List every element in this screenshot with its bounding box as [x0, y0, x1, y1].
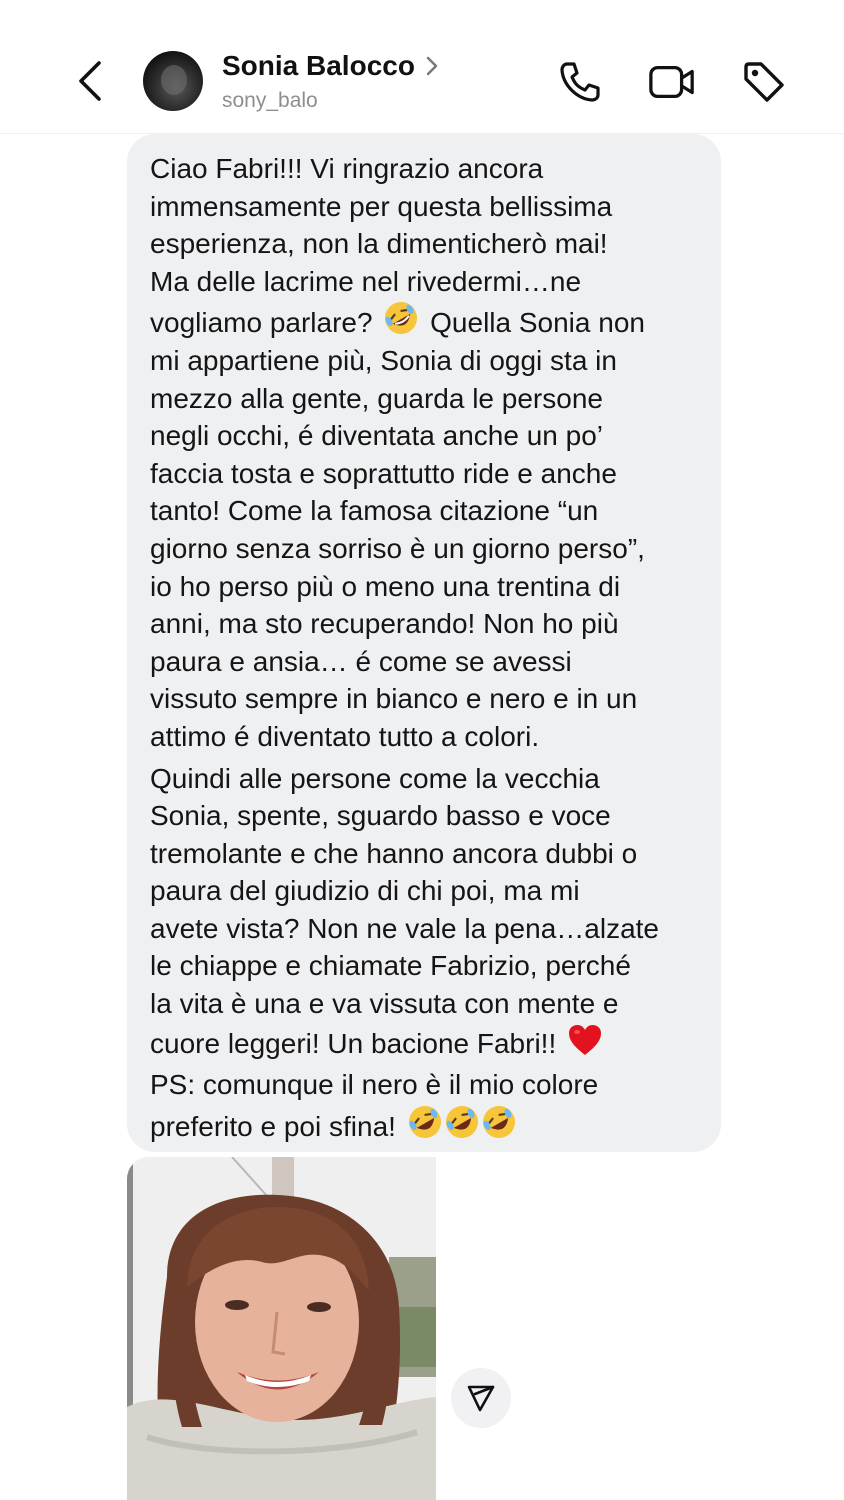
audio-call-button[interactable]	[556, 58, 604, 106]
avatar[interactable]	[143, 51, 203, 111]
message-line: Sonia, spente, sguardo basso e voce	[150, 800, 611, 832]
message-line: mezzo alla gente, guarda le persone	[150, 382, 603, 414]
red-heart-emoji-icon	[569, 1024, 601, 1055]
message-line: tremolante e che hanno ancora dubbi o	[150, 837, 638, 869]
message-line: esperienza, non la dimenticherò mai!	[150, 228, 608, 260]
message-line: paura e ansia… é come se avessi	[150, 645, 572, 677]
message-line: attimo é diventato tutto a colori.	[150, 720, 540, 752]
back-button[interactable]	[66, 55, 114, 107]
message-line: Ciao Fabri!!! Vi ringrazio ancora	[150, 153, 544, 184]
message-line: immensamente per questa bellissima	[150, 190, 613, 222]
rolling-on-floor-laughing-emoji-icon	[408, 1105, 441, 1138]
chevron-right-icon	[426, 56, 438, 76]
contact-name-link[interactable]: Sonia Balocco	[222, 50, 439, 82]
video-camera-icon	[649, 65, 694, 99]
rolling-on-floor-laughing-emoji-icon	[385, 302, 418, 335]
message-line: vogliamo parlare? Quella Sonia non	[150, 300, 701, 342]
message-line: faccia tosta e soprattutto ride e anche	[150, 457, 617, 489]
message-line: avete vista? Non ne vale la pena…alzate	[150, 912, 659, 944]
message-line: Ma delle lacrime nel rivedermi…ne	[150, 265, 582, 297]
message-line: paura del giudizio di chi poi, ma mi	[150, 875, 580, 907]
message-line: le chiappe e chiamate Fabrizio, perché	[150, 950, 631, 982]
message-text: vogliamo parlare?	[150, 307, 373, 339]
conversation-header: Sonia Balocco sony_balo	[0, 0, 844, 134]
selfie-photo	[127, 1157, 436, 1500]
message-line: vissuto sempre in bianco e nero e in un	[150, 683, 638, 715]
share-button[interactable]	[451, 1368, 511, 1428]
message-line: anni, ma sto recuperando! Non ho più	[150, 608, 619, 640]
dm-thread: Sonia Balocco sony_balo Ciao Fabri!!! Vi…	[0, 0, 844, 1500]
video-call-button[interactable]	[648, 58, 696, 106]
message-line: tanto! Come la famosa citazione “un	[150, 495, 599, 527]
message-line: preferito e poi sfina!	[150, 1104, 701, 1146]
message-text: Quella Sonia non	[430, 307, 645, 339]
message-line: io ho perso più o meno una trentina di	[150, 570, 621, 602]
tag-icon	[744, 62, 784, 102]
tag-button[interactable]	[740, 58, 788, 106]
message-line: PS: comunque il nero è il mio colore	[150, 1069, 599, 1101]
message-line: la vita è una e va vissuta con mente e	[150, 988, 619, 1020]
rolling-on-floor-laughing-emoji-icon	[482, 1105, 515, 1138]
message-line: cuore leggeri! Un bacione Fabri!!	[150, 1023, 701, 1063]
contact-handle: sony_balo	[222, 89, 318, 112]
phone-icon	[560, 62, 600, 102]
message-line: Quindi alle persone come la vecchia	[150, 762, 600, 794]
back-arrow-icon	[79, 61, 101, 101]
message-line: giorno senza sorriso è un giorno perso”,	[150, 532, 645, 564]
rolling-on-floor-laughing-emoji-icon	[445, 1105, 478, 1138]
message-line: mi appartiene più, Sonia di oggi sta in	[150, 344, 617, 376]
message-bubble[interactable]: Ciao Fabri!!! Vi ringrazio ancora immens…	[127, 134, 721, 1152]
message-text: preferito e poi sfina!	[150, 1110, 396, 1142]
contact-name: Sonia Balocco	[222, 50, 415, 81]
message-text: cuore leggeri! Un bacione Fabri!!	[150, 1027, 557, 1059]
photo-message[interactable]	[127, 1157, 436, 1500]
message-line: negli occhi, é diventata anche un po’	[150, 420, 603, 452]
send-icon	[467, 1385, 495, 1412]
